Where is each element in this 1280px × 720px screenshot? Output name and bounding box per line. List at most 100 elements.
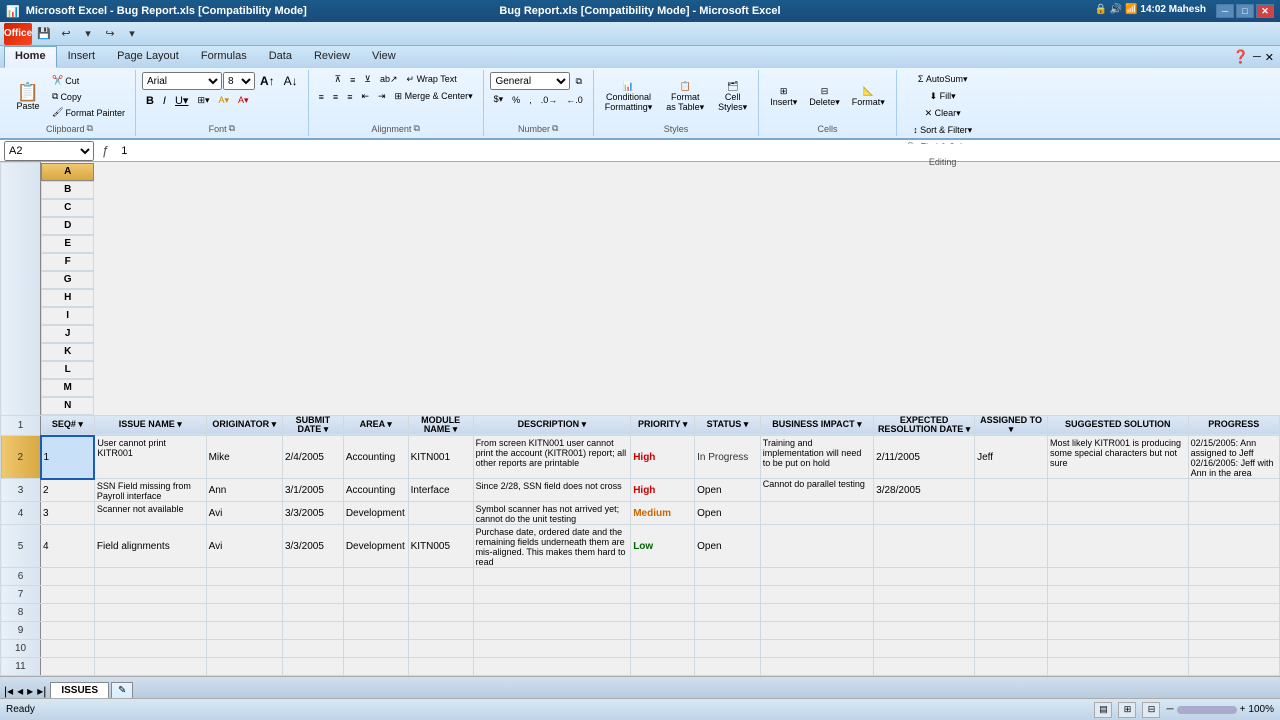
qa-dropdown[interactable]: ▾ (122, 25, 142, 43)
cell-c3[interactable]: Ann (206, 479, 282, 502)
clear-button[interactable]: ✕ Clear▾ (921, 106, 965, 121)
cell-d5[interactable]: 3/3/2005 (282, 525, 343, 568)
border-button[interactable]: ⊞▾ (193, 93, 213, 108)
header-impact[interactable]: BUSINESS IMPACT ▾ (760, 415, 873, 436)
clipboard-expand[interactable]: ⧉ (87, 123, 93, 134)
tab-insert[interactable]: Insert (57, 46, 107, 68)
col-F[interactable]: F (41, 253, 94, 271)
text-angle-button[interactable]: ab↗ (376, 72, 402, 87)
merge-center-button[interactable]: ⊞ Merge & Center▾ (391, 89, 477, 104)
cell-b5[interactable]: Field alignments (94, 525, 206, 568)
header-desc[interactable]: DESCRIPTION ▾ (473, 415, 631, 436)
number-format-select[interactable]: General (490, 72, 570, 90)
font-expand[interactable]: ⧉ (229, 123, 235, 134)
header-issue[interactable]: ISSUE NAME ▾ (94, 415, 206, 436)
help-icon[interactable]: ❓ (1233, 49, 1249, 65)
align-right-button[interactable]: ≡ (343, 90, 356, 104)
header-priority[interactable]: PRIORITY ▾ (631, 415, 695, 436)
align-left-button[interactable]: ≡ (315, 90, 328, 104)
tab-formulas[interactable]: Formulas (190, 46, 258, 68)
cell-n3[interactable] (1188, 479, 1279, 502)
cell-b2[interactable]: User cannot print KITR001 (94, 436, 206, 479)
zoom-slider[interactable] (1177, 706, 1237, 714)
header-orig[interactable]: ORIGINATOR ▾ (206, 415, 282, 436)
cell-e4[interactable]: Development (343, 502, 408, 525)
cell-a5[interactable]: 4 (41, 525, 95, 568)
decrease-indent-button[interactable]: ⇤ (357, 89, 373, 104)
paste-button[interactable]: 📋 Paste (10, 80, 46, 114)
minimize-button[interactable]: ─ (1216, 4, 1234, 18)
wrap-text-button[interactable]: ↵ Wrap Text (403, 72, 461, 87)
decrease-font-button[interactable]: A↓ (280, 72, 302, 90)
increase-font-button[interactable]: A↑ (256, 72, 279, 90)
zoom-in-button[interactable]: + (1240, 704, 1246, 715)
cell-f4[interactable] (408, 502, 473, 525)
header-module[interactable]: MODULE NAME ▾ (408, 415, 473, 436)
undo-dropdown[interactable]: ▾ (78, 25, 98, 43)
conditional-formatting-button[interactable]: 📊 ConditionalFormatting▾ (600, 78, 658, 116)
cell-f2[interactable]: KITN001 (408, 436, 473, 479)
cell-f3[interactable]: Interface (408, 479, 473, 502)
sheet-tab-issues[interactable]: ISSUES (50, 682, 109, 698)
cell-h5[interactable]: Low (631, 525, 695, 568)
format-painter-button[interactable]: 🖌 Format Painter (48, 105, 129, 120)
col-A[interactable]: A (41, 163, 94, 181)
cell-a3[interactable]: 2 (41, 479, 95, 502)
col-J[interactable]: J (41, 325, 94, 343)
grid[interactable]: A B C D E F G H I J K L M N (0, 162, 1280, 676)
tab-nav-last[interactable]: ▸| (37, 684, 46, 698)
ribbon-minimize-icon[interactable]: ─ (1253, 51, 1261, 63)
cell-i2[interactable]: In Progress (695, 436, 761, 479)
header-progress[interactable]: PROGRESS (1188, 415, 1279, 436)
col-D[interactable]: D (41, 217, 94, 235)
cell-e3[interactable]: Accounting (343, 479, 408, 502)
col-G[interactable]: G (41, 271, 94, 289)
cell-m5[interactable] (1047, 525, 1188, 568)
tab-nav-next[interactable]: ▸ (27, 684, 33, 698)
cell-c4[interactable]: Avi (206, 502, 282, 525)
normal-view-button[interactable]: ▤ (1094, 702, 1112, 718)
insert-button[interactable]: ⊞ Insert▾ (765, 83, 802, 111)
copy-button[interactable]: ⧉ Copy (48, 89, 129, 104)
fill-button[interactable]: ⬇ Fill▾ (926, 89, 960, 104)
cell-g4[interactable]: Symbol scanner has not arrived yet; cann… (473, 502, 631, 525)
col-E[interactable]: E (41, 235, 94, 253)
header-solution[interactable]: SUGGESTED SOLUTION (1047, 415, 1188, 436)
cell-i4[interactable]: Open (695, 502, 761, 525)
cell-c5[interactable]: Avi (206, 525, 282, 568)
page-layout-view-button[interactable]: ⊞ (1118, 702, 1136, 718)
close-button[interactable]: ✕ (1256, 4, 1274, 18)
cell-b3[interactable]: SSN Field missing from Payroll interface (94, 479, 206, 502)
tab-nav-first[interactable]: |◂ (4, 684, 13, 698)
align-top-button[interactable]: ⊼ (331, 72, 346, 87)
header-date[interactable]: SUBMIT DATE ▾ (282, 415, 343, 436)
bold-button[interactable]: B (142, 93, 158, 109)
cell-n5[interactable] (1188, 525, 1279, 568)
cell-l5[interactable] (975, 525, 1048, 568)
align-bottom-button[interactable]: ⊻ (360, 72, 375, 87)
font-family-select[interactable]: Arial (142, 72, 222, 90)
cell-n4[interactable] (1188, 502, 1279, 525)
col-M[interactable]: M (41, 379, 94, 397)
cell-h3[interactable]: High (631, 479, 695, 502)
maximize-button[interactable]: □ (1236, 4, 1254, 18)
increase-decimal-button[interactable]: .0→ (537, 93, 562, 107)
font-size-select[interactable]: 8 (223, 72, 255, 90)
undo-button[interactable]: ↩ (56, 25, 76, 43)
cell-i3[interactable]: Open (695, 479, 761, 502)
number-format-expand[interactable]: ⧉ (571, 74, 585, 89)
cell-b4[interactable]: Scanner not available (94, 502, 206, 525)
zoom-out-button[interactable]: ─ (1166, 704, 1173, 715)
italic-button[interactable]: I (159, 93, 170, 109)
cell-c2[interactable]: Mike (206, 436, 282, 479)
fill-color-button[interactable]: A▾ (215, 93, 234, 108)
redo-button[interactable]: ↪ (100, 25, 120, 43)
alignment-expand[interactable]: ⧉ (413, 123, 419, 134)
format-button[interactable]: 📐 Format▾ (847, 83, 890, 111)
cell-e2[interactable]: Accounting (343, 436, 408, 479)
cell-d3[interactable]: 3/1/2005 (282, 479, 343, 502)
align-middle-button[interactable]: ≡ (346, 73, 359, 87)
header-seq[interactable]: SEQ# ▾ (41, 415, 95, 436)
tab-page-layout[interactable]: Page Layout (106, 46, 190, 68)
col-K[interactable]: K (41, 343, 94, 361)
